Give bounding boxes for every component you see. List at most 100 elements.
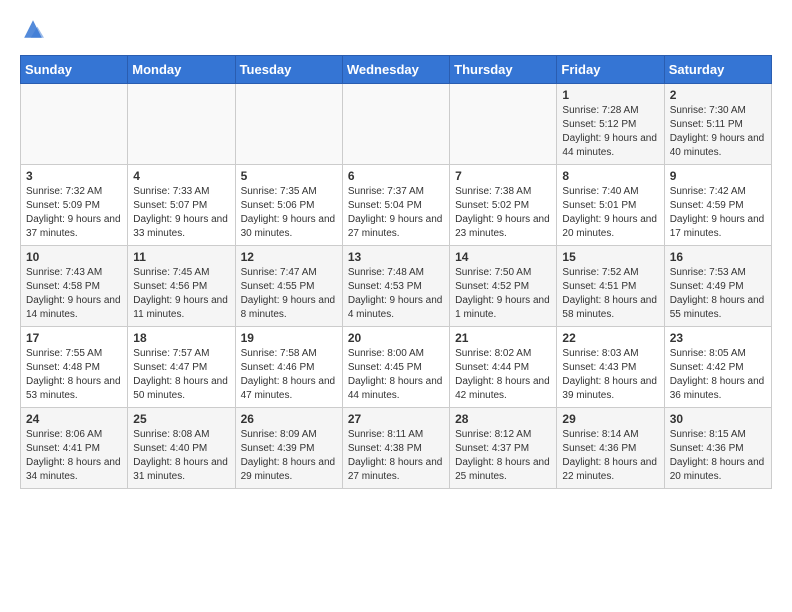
calendar-cell: 19 Sunrise: 7:58 AM Sunset: 4:46 PM Dayli…	[235, 327, 342, 408]
day-info: Sunrise: 7:55 AM Sunset: 4:48 PM Dayligh…	[26, 347, 122, 403]
calendar-cell: 20 Sunrise: 8:00 AM Sunset: 4:45 PM Dayli…	[342, 327, 449, 408]
calendar-cell: 2 Sunrise: 7:30 AM Sunset: 5:11 PM Daylig…	[664, 84, 771, 165]
day-info: Sunrise: 7:52 AM Sunset: 4:51 PM Dayligh…	[562, 266, 658, 322]
day-number: 5	[241, 169, 337, 183]
calendar-cell: 16 Sunrise: 7:53 AM Sunset: 4:49 PM Dayli…	[664, 246, 771, 327]
calendar-table: SundayMondayTuesdayWednesdayThursdayFrid…	[20, 55, 772, 489]
calendar-cell	[342, 84, 449, 165]
calendar-cell: 8 Sunrise: 7:40 AM Sunset: 5:01 PM Daylig…	[557, 165, 664, 246]
calendar-week-2: 10 Sunrise: 7:43 AM Sunset: 4:58 PM Dayli…	[21, 246, 772, 327]
day-info: Sunrise: 7:58 AM Sunset: 4:46 PM Dayligh…	[241, 347, 337, 403]
day-number: 17	[26, 331, 122, 345]
calendar-header-row: SundayMondayTuesdayWednesdayThursdayFrid…	[21, 56, 772, 84]
calendar-cell	[450, 84, 557, 165]
calendar-week-0: 1 Sunrise: 7:28 AM Sunset: 5:12 PM Daylig…	[21, 84, 772, 165]
calendar-week-4: 24 Sunrise: 8:06 AM Sunset: 4:41 PM Dayli…	[21, 408, 772, 489]
day-info: Sunrise: 8:15 AM Sunset: 4:36 PM Dayligh…	[670, 428, 766, 484]
day-info: Sunrise: 8:03 AM Sunset: 4:43 PM Dayligh…	[562, 347, 658, 403]
weekday-header-saturday: Saturday	[664, 56, 771, 84]
weekday-header-wednesday: Wednesday	[342, 56, 449, 84]
day-number: 25	[133, 412, 229, 426]
day-info: Sunrise: 8:05 AM Sunset: 4:42 PM Dayligh…	[670, 347, 766, 403]
weekday-header-thursday: Thursday	[450, 56, 557, 84]
calendar-cell: 1 Sunrise: 7:28 AM Sunset: 5:12 PM Daylig…	[557, 84, 664, 165]
day-info: Sunrise: 7:35 AM Sunset: 5:06 PM Dayligh…	[241, 185, 337, 241]
day-number: 12	[241, 250, 337, 264]
calendar-cell: 11 Sunrise: 7:45 AM Sunset: 4:56 PM Dayli…	[128, 246, 235, 327]
day-number: 24	[26, 412, 122, 426]
day-info: Sunrise: 8:11 AM Sunset: 4:38 PM Dayligh…	[348, 428, 444, 484]
calendar-cell: 25 Sunrise: 8:08 AM Sunset: 4:40 PM Dayli…	[128, 408, 235, 489]
day-number: 1	[562, 88, 658, 102]
day-number: 2	[670, 88, 766, 102]
calendar-cell: 21 Sunrise: 8:02 AM Sunset: 4:44 PM Dayli…	[450, 327, 557, 408]
calendar-cell	[128, 84, 235, 165]
day-number: 27	[348, 412, 444, 426]
calendar-cell: 6Sunrise: 7:37 AM Sunset: 5:04 PM Daylig…	[342, 165, 449, 246]
day-info: Sunrise: 7:45 AM Sunset: 4:56 PM Dayligh…	[133, 266, 229, 322]
calendar-cell: 13 Sunrise: 7:48 AM Sunset: 4:53 PM Dayli…	[342, 246, 449, 327]
day-info: Sunrise: 7:32 AM Sunset: 5:09 PM Dayligh…	[26, 185, 122, 241]
day-info: Sunrise: 8:14 AM Sunset: 4:36 PM Dayligh…	[562, 428, 658, 484]
day-number: 13	[348, 250, 444, 264]
calendar-cell: 7Sunrise: 7:38 AM Sunset: 5:02 PM Daylig…	[450, 165, 557, 246]
day-number: 10	[26, 250, 122, 264]
logo	[20, 16, 44, 45]
day-info: Sunrise: 7:50 AM Sunset: 4:52 PM Dayligh…	[455, 266, 551, 322]
day-number: 30	[670, 412, 766, 426]
weekday-header-friday: Friday	[557, 56, 664, 84]
calendar-cell: 27 Sunrise: 8:11 AM Sunset: 4:38 PM Dayli…	[342, 408, 449, 489]
day-number: 29	[562, 412, 658, 426]
calendar-cell: 28Sunrise: 8:12 AM Sunset: 4:37 PM Dayli…	[450, 408, 557, 489]
day-info: Sunrise: 7:48 AM Sunset: 4:53 PM Dayligh…	[348, 266, 444, 322]
day-info: Sunrise: 7:40 AM Sunset: 5:01 PM Dayligh…	[562, 185, 658, 241]
day-number: 22	[562, 331, 658, 345]
day-number: 7	[455, 169, 551, 183]
calendar-cell: 10 Sunrise: 7:43 AM Sunset: 4:58 PM Dayli…	[21, 246, 128, 327]
day-info: Sunrise: 7:42 AM Sunset: 4:59 PM Dayligh…	[670, 185, 766, 241]
header	[20, 16, 772, 45]
calendar-cell: 3Sunrise: 7:32 AM Sunset: 5:09 PM Daylig…	[21, 165, 128, 246]
calendar-week-1: 3Sunrise: 7:32 AM Sunset: 5:09 PM Daylig…	[21, 165, 772, 246]
day-number: 21	[455, 331, 551, 345]
day-info: Sunrise: 7:47 AM Sunset: 4:55 PM Dayligh…	[241, 266, 337, 322]
day-number: 9	[670, 169, 766, 183]
page: SundayMondayTuesdayWednesdayThursdayFrid…	[0, 0, 792, 505]
day-info: Sunrise: 8:00 AM Sunset: 4:45 PM Dayligh…	[348, 347, 444, 403]
weekday-header-tuesday: Tuesday	[235, 56, 342, 84]
day-number: 20	[348, 331, 444, 345]
day-info: Sunrise: 7:30 AM Sunset: 5:11 PM Dayligh…	[670, 104, 766, 160]
weekday-header-monday: Monday	[128, 56, 235, 84]
calendar-cell: 5 Sunrise: 7:35 AM Sunset: 5:06 PM Daylig…	[235, 165, 342, 246]
calendar-cell: 22 Sunrise: 8:03 AM Sunset: 4:43 PM Dayli…	[557, 327, 664, 408]
day-info: Sunrise: 8:02 AM Sunset: 4:44 PM Dayligh…	[455, 347, 551, 403]
day-info: Sunrise: 8:08 AM Sunset: 4:40 PM Dayligh…	[133, 428, 229, 484]
day-number: 4	[133, 169, 229, 183]
calendar-cell: 26Sunrise: 8:09 AM Sunset: 4:39 PM Dayli…	[235, 408, 342, 489]
day-number: 19	[241, 331, 337, 345]
calendar-cell: 9 Sunrise: 7:42 AM Sunset: 4:59 PM Daylig…	[664, 165, 771, 246]
calendar-cell: 29 Sunrise: 8:14 AM Sunset: 4:36 PM Dayli…	[557, 408, 664, 489]
day-number: 8	[562, 169, 658, 183]
calendar-cell	[235, 84, 342, 165]
calendar-cell: 4 Sunrise: 7:33 AM Sunset: 5:07 PM Daylig…	[128, 165, 235, 246]
weekday-header-sunday: Sunday	[21, 56, 128, 84]
day-info: Sunrise: 8:12 AM Sunset: 4:37 PM Dayligh…	[455, 428, 551, 484]
calendar-cell: 15 Sunrise: 7:52 AM Sunset: 4:51 PM Dayli…	[557, 246, 664, 327]
day-number: 11	[133, 250, 229, 264]
day-info: Sunrise: 8:09 AM Sunset: 4:39 PM Dayligh…	[241, 428, 337, 484]
day-info: Sunrise: 7:53 AM Sunset: 4:49 PM Dayligh…	[670, 266, 766, 322]
calendar-cell: 14Sunrise: 7:50 AM Sunset: 4:52 PM Dayli…	[450, 246, 557, 327]
day-number: 15	[562, 250, 658, 264]
day-info: Sunrise: 7:33 AM Sunset: 5:07 PM Dayligh…	[133, 185, 229, 241]
day-info: Sunrise: 8:06 AM Sunset: 4:41 PM Dayligh…	[26, 428, 122, 484]
calendar-cell: 18Sunrise: 7:57 AM Sunset: 4:47 PM Dayli…	[128, 327, 235, 408]
calendar-cell	[21, 84, 128, 165]
day-number: 16	[670, 250, 766, 264]
day-info: Sunrise: 7:43 AM Sunset: 4:58 PM Dayligh…	[26, 266, 122, 322]
calendar-cell: 30 Sunrise: 8:15 AM Sunset: 4:36 PM Dayli…	[664, 408, 771, 489]
calendar-week-3: 17 Sunrise: 7:55 AM Sunset: 4:48 PM Dayli…	[21, 327, 772, 408]
calendar-cell: 23Sunrise: 8:05 AM Sunset: 4:42 PM Dayli…	[664, 327, 771, 408]
day-info: Sunrise: 7:28 AM Sunset: 5:12 PM Dayligh…	[562, 104, 658, 160]
calendar-cell: 12 Sunrise: 7:47 AM Sunset: 4:55 PM Dayli…	[235, 246, 342, 327]
